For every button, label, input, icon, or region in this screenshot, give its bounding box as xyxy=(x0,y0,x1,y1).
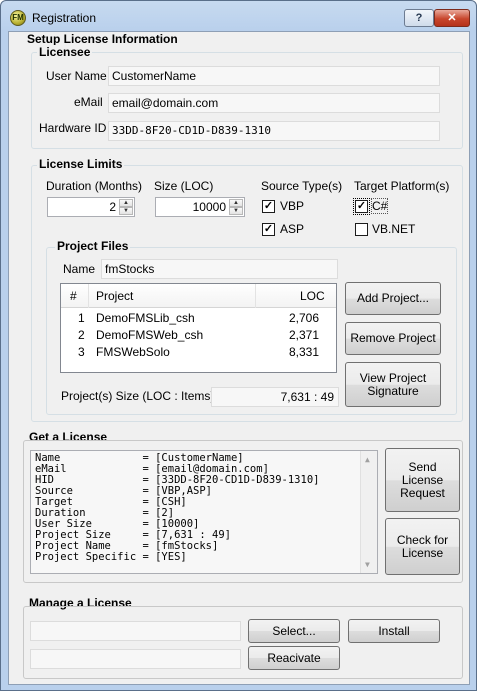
table-row[interactable]: 2 DemoFMSWeb_csh 2,371 xyxy=(61,327,336,344)
vbnet-label: VB.NET xyxy=(372,222,416,236)
source-types-label: Source Type(s) xyxy=(261,179,343,193)
dialog-client-area: Setup License Information Licensee User … xyxy=(8,31,470,685)
reactivate-button[interactable]: Reacivate xyxy=(248,646,340,670)
project-size-label: Project(s) Size (LOC : Items) xyxy=(61,389,215,403)
registration-window: FM Registration ? ✕ Setup License Inform… xyxy=(0,0,477,691)
view-project-signature-button[interactable]: View Project Signature xyxy=(345,362,441,407)
table-row[interactable]: 1 DemoFMSLib_csh 2,706 xyxy=(61,310,336,327)
table-row[interactable]: 3 FMSWebSolo 8,331 xyxy=(61,344,336,361)
vbp-checkbox[interactable]: ✓ xyxy=(262,200,275,213)
install-button[interactable]: Install xyxy=(348,619,440,643)
license-limits-legend: License Limits xyxy=(37,157,125,171)
vbnet-checkbox[interactable] xyxy=(355,223,368,236)
add-project-button[interactable]: Add Project... xyxy=(345,282,441,315)
reactivate-path-field[interactable] xyxy=(30,649,241,669)
duration-value: 2 xyxy=(109,200,116,214)
csharp-label: C# xyxy=(370,198,389,214)
email-field[interactable]: email@domain.com xyxy=(108,93,440,113)
column-project[interactable]: Project xyxy=(96,289,133,303)
remove-project-button[interactable]: Remove Project xyxy=(345,322,441,355)
row-project: FMSWebSolo xyxy=(96,345,170,359)
window-title: Registration xyxy=(32,11,97,25)
row-number: 3 xyxy=(78,345,85,359)
scroll-up-icon[interactable]: ▲ xyxy=(365,454,370,465)
licensee-legend: Licensee xyxy=(37,45,93,59)
spin-up-icon[interactable]: ▲ xyxy=(229,199,243,207)
project-list-header: # Project LOC xyxy=(61,284,336,308)
row-number: 2 xyxy=(78,328,85,342)
setup-section-title: Setup License Information xyxy=(27,32,178,46)
hardware-id-field[interactable]: 33DD-8F20-CD1D-D839-1310 xyxy=(108,121,440,141)
column-separator xyxy=(88,284,89,308)
column-loc[interactable]: LOC xyxy=(300,289,325,303)
row-loc: 2,371 xyxy=(289,328,320,342)
hardware-id-label: Hardware ID xyxy=(39,121,107,135)
row-project: DemoFMSLib_csh xyxy=(96,311,195,325)
spin-up-icon[interactable]: ▲ xyxy=(119,199,133,207)
license-file-path-field[interactable] xyxy=(30,621,241,641)
spin-down-icon[interactable]: ▼ xyxy=(119,207,133,215)
row-loc: 8,331 xyxy=(289,345,320,359)
license-request-textbox[interactable]: Name = [CustomerName] eMail = [email@dom… xyxy=(30,450,378,574)
asp-label: ASP xyxy=(280,222,305,236)
user-name-label: User Name xyxy=(46,69,107,83)
scroll-down-icon[interactable]: ▼ xyxy=(365,559,370,570)
help-button[interactable]: ? xyxy=(404,9,434,27)
app-logo-icon: FM xyxy=(10,10,26,26)
spin-down-icon[interactable]: ▼ xyxy=(229,207,243,215)
row-project: DemoFMSWeb_csh xyxy=(96,328,204,342)
select-button[interactable]: Select... xyxy=(248,619,340,643)
column-separator xyxy=(255,284,256,308)
title-bar[interactable]: FM Registration ? ✕ xyxy=(1,1,476,31)
project-name-field[interactable]: fmStocks xyxy=(101,259,338,279)
request-line: Project Specific = [YES] xyxy=(35,551,187,563)
vertical-scrollbar[interactable]: ▲ ▼ xyxy=(360,451,377,573)
check-for-license-button[interactable]: Check for License xyxy=(385,518,460,575)
vbp-label: VBP xyxy=(280,199,305,213)
target-platforms-label: Target Platform(s) xyxy=(354,179,450,193)
row-loc: 2,706 xyxy=(289,311,320,325)
duration-label: Duration (Months) xyxy=(46,179,143,193)
row-number: 1 xyxy=(78,311,85,325)
column-number[interactable]: # xyxy=(70,289,77,303)
project-list[interactable]: # Project LOC 1 DemoFMSLib_csh 2,706 2 D… xyxy=(60,283,337,373)
asp-checkbox[interactable]: ✓ xyxy=(262,223,275,236)
email-label: eMail xyxy=(74,95,103,109)
user-name-field[interactable]: CustomerName xyxy=(108,66,440,86)
csharp-checkbox[interactable]: ✓ xyxy=(353,198,370,215)
size-label: Size (LOC) xyxy=(154,179,214,193)
duration-spinner[interactable]: 2 ▲ ▼ xyxy=(47,197,135,217)
close-button[interactable]: ✕ xyxy=(434,9,470,27)
size-spinner[interactable]: 10000 ▲ ▼ xyxy=(155,197,245,217)
project-files-legend: Project Files xyxy=(55,239,131,253)
project-name-label: Name xyxy=(63,262,96,276)
send-license-request-button[interactable]: Send License Request xyxy=(385,448,460,512)
project-size-field: 7,631 : 49 xyxy=(211,387,339,407)
size-value: 10000 xyxy=(192,200,226,214)
